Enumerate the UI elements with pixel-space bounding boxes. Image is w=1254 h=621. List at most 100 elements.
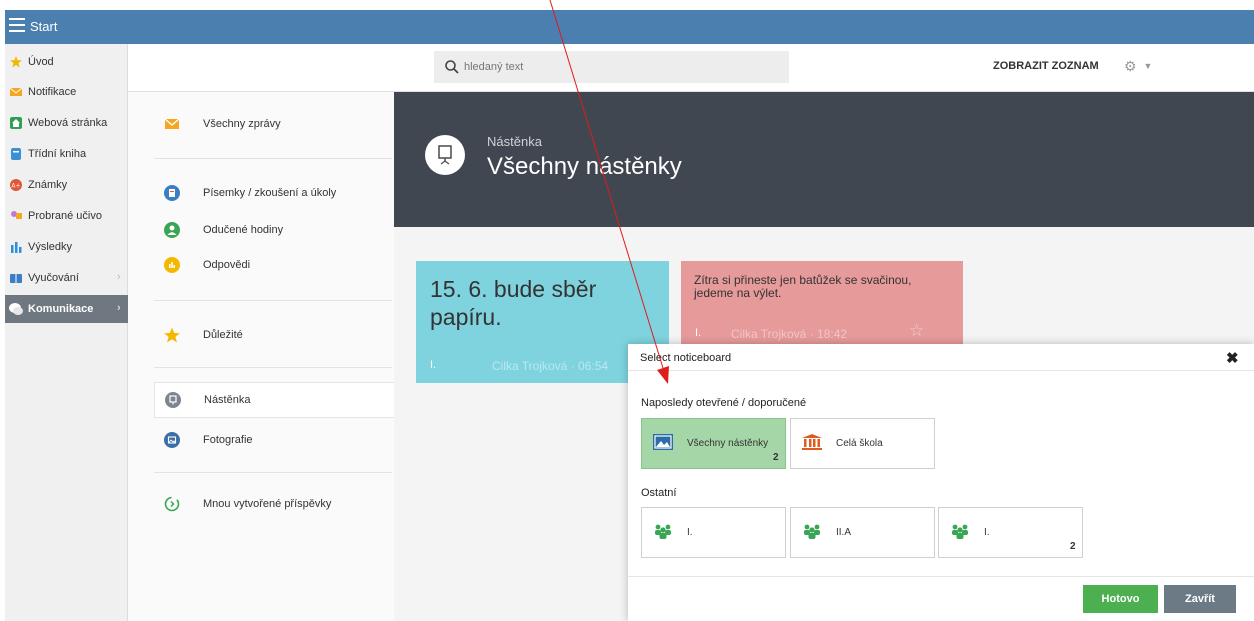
menu-divider	[154, 367, 392, 368]
sidebar-item-label: Vyučování	[28, 272, 79, 284]
menu-divider	[154, 472, 392, 473]
tile-label: I.	[687, 527, 693, 538]
menu-item-fotografie[interactable]: Fotografie	[154, 428, 394, 454]
tile-label: II.A	[836, 527, 852, 538]
sidebar-item-vysledky[interactable]: Výsledky	[5, 233, 128, 262]
answers-icon	[164, 257, 180, 273]
top-bar: Start	[5, 10, 1254, 44]
note-author: Cilka Trojková · 06:54	[492, 359, 609, 373]
star-icon[interactable]: ☆	[909, 321, 924, 341]
photo-icon	[164, 432, 180, 448]
noticeboard-icon	[165, 392, 181, 408]
menu-item-moje-prispevky[interactable]: Mnou vytvořené příspěvky	[154, 492, 394, 518]
group-icon	[655, 524, 671, 539]
my-posts-icon	[164, 496, 180, 512]
chevron-down-icon: ▼	[1143, 61, 1153, 71]
book-icon	[11, 148, 21, 160]
search-icon	[445, 60, 459, 74]
note-author: Cilka Trojková · 18:42	[731, 327, 848, 341]
app-window: Start Úvod Notifikace Webová stránka Tří…	[0, 0, 1254, 621]
recent-heading: Naposledy otevřené / doporučené	[641, 397, 807, 409]
close-icon[interactable]: ✖	[1226, 349, 1239, 367]
tests-icon	[164, 185, 180, 201]
sidebar-item-znamky[interactable]: A+ Známky	[5, 171, 128, 200]
menu-item-nastenka[interactable]: Nástěnka	[154, 382, 394, 418]
sidebar-item-webova-stranka[interactable]: Webová stránka	[5, 109, 128, 138]
menu-item-label: Fotografie	[203, 434, 253, 446]
sidebar-item-label: Úvod	[28, 56, 54, 68]
menu-item-label: Odpovědi	[203, 259, 251, 271]
sidebar-item-label: Známky	[28, 179, 68, 191]
other-heading: Ostatní	[641, 487, 677, 499]
board-tile-group[interactable]: I. 2	[938, 507, 1083, 558]
menu-divider	[154, 158, 392, 159]
board-tile-vsechny[interactable]: Všechny nástěnky 2	[641, 418, 786, 469]
sidebar-item-label: Webová stránka	[28, 117, 108, 129]
page-banner: Nástěnka Všechny nástěnky	[394, 92, 1254, 227]
note-time: 18:42	[817, 327, 848, 341]
show-list-button[interactable]: ZOBRAZIT ZOZNAM	[993, 60, 1099, 72]
note-group: I.	[430, 359, 437, 371]
close-button[interactable]: Zavřít	[1164, 585, 1236, 613]
sidebar-item-label: Komunikace	[28, 303, 94, 315]
tile-count: 2	[1070, 541, 1076, 552]
menu-item-dulezite[interactable]: Důležité	[154, 323, 394, 349]
sidebar-item-label: Třídní kniha	[28, 148, 87, 160]
dialog-divider	[628, 370, 1254, 371]
menu-item-label: Odučené hodiny	[203, 224, 284, 236]
sidebar-item-uvod[interactable]: Úvod	[5, 48, 128, 77]
gear-icon: ⚙	[1124, 58, 1137, 74]
svg-text:A+: A+	[11, 183, 20, 190]
sidebar-item-label: Probrané učivo	[28, 210, 102, 222]
school-building-icon	[802, 434, 822, 450]
grades-icon: A+	[10, 179, 22, 191]
board-tile-cela-skola[interactable]: Celá škola	[790, 418, 935, 469]
done-button[interactable]: Hotovo	[1083, 585, 1158, 613]
tile-label: Všechny nástěnky	[687, 438, 769, 449]
sidebar-item-probrane-ucivo[interactable]: Probrané učivo	[5, 202, 128, 231]
envelope-icon	[164, 118, 180, 129]
board-tile-group[interactable]: II.A	[790, 507, 935, 558]
teacher-icon	[11, 211, 22, 219]
book-open-icon	[10, 274, 22, 283]
sidebar-item-vyucovani[interactable]: Vyučování ›	[5, 264, 128, 293]
sidebar-item-label: Výsledky	[28, 241, 73, 253]
menu-item-label: Mnou vytvořené příspěvky	[203, 498, 332, 510]
tile-label: I.	[984, 527, 990, 538]
search-box	[434, 51, 789, 83]
app-title[interactable]: Start	[30, 19, 57, 34]
sidebar-item-komunikace[interactable]: Komunikace ›	[5, 295, 128, 323]
menu-divider	[154, 300, 392, 301]
settings-dropdown[interactable]: ⚙ ▼	[1124, 58, 1160, 76]
bar-chart-icon	[11, 242, 22, 253]
star-icon	[10, 56, 22, 68]
hamburger-menu-icon[interactable]	[9, 18, 25, 32]
sidebar-item-notifikace[interactable]: Notifikace	[5, 78, 128, 107]
note-text: Zítra si přineste jen batůžek se svačino…	[694, 273, 912, 300]
group-icon	[804, 524, 820, 539]
page-title: Všechny nástěnky	[487, 153, 682, 180]
note-text: 15. 6. bude sběr papíru.	[430, 276, 597, 330]
menu-item-pisemky[interactable]: Písemky / zkoušení a úkoly	[154, 181, 394, 207]
sidebar: Úvod Notifikace Webová stránka Třídní kn…	[5, 44, 128, 621]
menu-item-oducene-hodiny[interactable]: Odučené hodiny	[154, 218, 394, 244]
menu-item-odpovedi[interactable]: Odpovědi	[154, 253, 394, 279]
menu-item-label: Nástěnka	[204, 394, 251, 406]
note-time: 06:54	[578, 359, 609, 373]
communication-menu: Všechny zprávy Písemky / zkoušení a úkol…	[128, 92, 394, 621]
sidebar-item-tridni-kniha[interactable]: Třídní kniha	[5, 140, 128, 169]
note-card[interactable]: Zítra si přineste jen batůžek se svačino…	[681, 261, 963, 351]
image-icon	[653, 434, 673, 450]
menu-item-label: Všechny zprávy	[203, 118, 281, 130]
board-tile-group[interactable]: I.	[641, 507, 786, 558]
lessons-icon	[164, 222, 180, 238]
menu-item-vsechny-zpravy[interactable]: Všechny zprávy	[154, 112, 394, 138]
sidebar-item-label: Notifikace	[28, 86, 77, 98]
menu-item-label: Důležité	[203, 329, 243, 341]
dialog-divider	[628, 576, 1254, 577]
group-icon	[952, 524, 968, 539]
chat-icon	[9, 303, 23, 315]
search-input[interactable]	[464, 58, 764, 76]
chevron-right-icon: ›	[117, 271, 121, 283]
tile-count: 2	[773, 452, 779, 463]
